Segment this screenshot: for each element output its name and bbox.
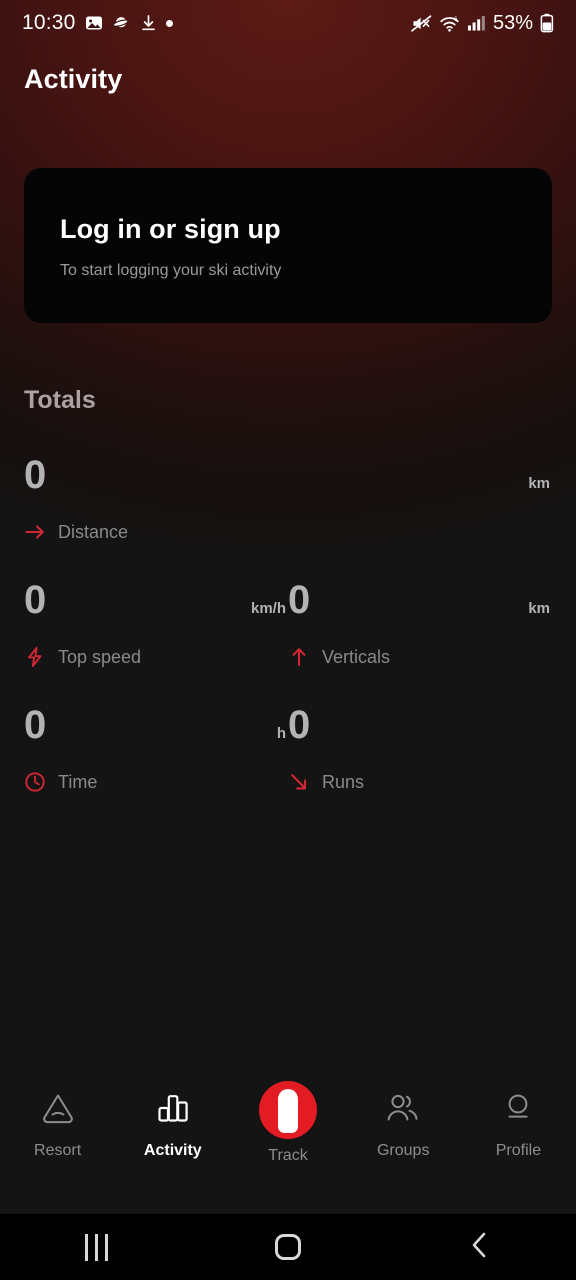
- stat-botline: Top speed: [24, 646, 288, 668]
- phone-screen: 10:30 6 53% Activity Log in or sign up T…: [0, 0, 576, 1280]
- download-icon: [140, 14, 157, 32]
- stat-value: 0: [288, 578, 310, 622]
- nav-item-resort[interactable]: Resort: [0, 1072, 115, 1160]
- stat-value: 0: [24, 453, 46, 497]
- stat-row: 0 h Time 0 Runs: [0, 705, 576, 830]
- back-icon: [467, 1230, 493, 1265]
- back-button[interactable]: [384, 1230, 576, 1265]
- status-bar-left: 10:30: [22, 11, 173, 35]
- stat-topline: 0 h: [24, 705, 288, 761]
- stat-label: Time: [58, 771, 98, 792]
- stat-unit: km: [528, 475, 550, 492]
- nav-item-track[interactable]: Track: [230, 1072, 345, 1165]
- login-signup-card[interactable]: Log in or sign up To start logging your …: [24, 168, 552, 323]
- totals-heading: Totals: [24, 386, 96, 414]
- nav-item-profile[interactable]: Profile: [461, 1072, 576, 1160]
- stat-botline: Verticals: [288, 646, 552, 668]
- stat-value: 0: [288, 703, 310, 747]
- stat-topline: 0 km: [24, 455, 552, 511]
- stat-row: 0 km/h Top speed 0 km Verticals: [0, 580, 576, 705]
- nav-label: Activity: [143, 1142, 202, 1159]
- people-icon: [383, 1088, 423, 1128]
- arrow-down-right-icon: [288, 771, 310, 793]
- stat-botline: Time: [24, 771, 288, 793]
- clock-icon: [24, 771, 46, 793]
- image-icon: [85, 14, 103, 32]
- arrow-up-icon: [288, 646, 310, 668]
- lightning-bolt-icon: [24, 646, 46, 668]
- totals-stats-grid: 0 km Distance 0 km/h Top speed 0 km Vert…: [0, 455, 576, 830]
- stat-topline: 0 km/h: [24, 580, 288, 636]
- nav-label: Groups: [376, 1142, 430, 1159]
- battery-icon: [540, 13, 554, 33]
- cellular-signal-icon: [467, 14, 486, 32]
- stat-botline: Distance: [24, 521, 552, 543]
- home-button[interactable]: [192, 1234, 384, 1260]
- status-bar: 10:30 6 53%: [0, 0, 576, 46]
- stat-top-speed: 0 km/h Top speed: [24, 580, 288, 705]
- stat-topline: 0 km: [288, 580, 552, 636]
- nav-label: Track: [268, 1147, 308, 1164]
- dot-icon: [165, 19, 173, 27]
- nav-label: Profile: [495, 1142, 542, 1159]
- battery-percent-label: 53%: [492, 11, 533, 34]
- saturn-icon: [112, 14, 131, 32]
- stat-value: 0: [24, 703, 46, 747]
- stat-botline: Runs: [288, 771, 552, 793]
- stat-unit: h: [276, 725, 286, 742]
- stat-label: Verticals: [322, 646, 391, 667]
- recents-button[interactable]: [0, 1233, 192, 1261]
- status-bar-right: 6 53%: [411, 12, 554, 35]
- bar-chart-icon: [153, 1088, 193, 1128]
- stat-row: 0 km Distance: [0, 455, 576, 580]
- stat-value: 0: [24, 578, 46, 622]
- arrow-right-icon: [24, 521, 46, 543]
- mountain-icon: [38, 1088, 78, 1128]
- stat-unit: km/h: [250, 600, 286, 617]
- track-pill-shape: [278, 1089, 298, 1133]
- stat-unit: km: [528, 600, 550, 617]
- stat-topline: 0: [288, 705, 552, 761]
- stat-label: Distance: [58, 521, 129, 542]
- stat-label: Top speed: [58, 646, 142, 667]
- stat-distance: 0 km Distance: [24, 455, 552, 580]
- status-bar-clock: 10:30: [22, 11, 76, 34]
- home-icon: [275, 1234, 301, 1260]
- login-card-subtitle: To start logging your ski activity: [60, 262, 282, 279]
- nav-item-groups[interactable]: Groups: [346, 1072, 461, 1160]
- nav-label: Resort: [34, 1142, 82, 1159]
- login-card-title: Log in or sign up: [60, 214, 281, 244]
- page-title: Activity: [24, 64, 123, 94]
- bottom-navigation-bar: Resort Activity Track Groups Profile: [0, 1072, 576, 1214]
- person-icon: [498, 1088, 538, 1128]
- mute-icon: [411, 14, 432, 33]
- nav-item-activity[interactable]: Activity: [115, 1072, 230, 1160]
- stat-runs: 0 Runs: [288, 705, 552, 830]
- recents-icon: [84, 1233, 108, 1261]
- track-icon[interactable]: [259, 1081, 317, 1139]
- stat-verticals: 0 km Verticals: [288, 580, 552, 705]
- wifi-icon: 6: [439, 14, 460, 33]
- stat-time: 0 h Time: [24, 705, 288, 830]
- android-system-nav: [0, 1214, 576, 1280]
- stat-label: Runs: [322, 771, 365, 792]
